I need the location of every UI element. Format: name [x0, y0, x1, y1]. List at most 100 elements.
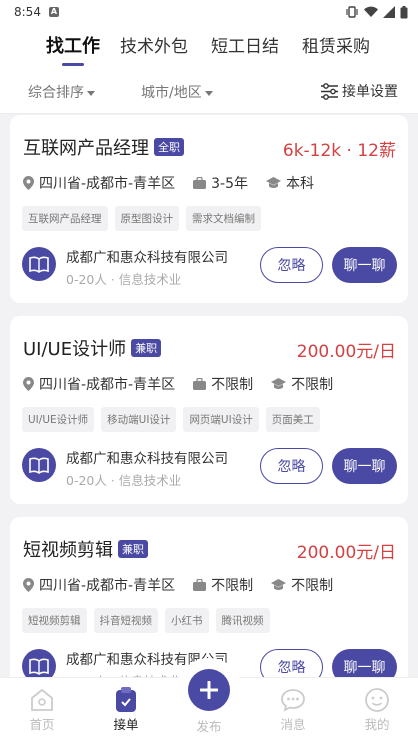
chevron-down-icon	[87, 90, 95, 96]
clipboard-icon	[116, 687, 136, 712]
salary: 6k-12k · 12薪	[282, 141, 396, 161]
company-logo	[22, 247, 56, 281]
nav-messages-label: 消息	[280, 717, 306, 732]
location-text: 四川省-成都市-青羊区	[39, 176, 176, 192]
nav-orders-label: 接单	[113, 717, 139, 732]
job-title: UI/UE设计师	[23, 339, 127, 360]
graduation-cap-icon	[271, 378, 287, 390]
battery-icon	[400, 5, 408, 18]
publish-button[interactable]	[188, 669, 230, 711]
education-text: 不限制	[291, 578, 334, 594]
experience-text: 不限制	[211, 377, 254, 393]
sliders-icon	[321, 82, 338, 100]
city-label: 城市/地区	[141, 85, 202, 101]
bottom-nav: 首页 接单 发布 消息 我的	[0, 658, 418, 743]
job-card[interactable]: 互联网产品经理 全职 6k-12k · 12薪 四川省-成都市-青羊区 3-5年 …	[10, 115, 408, 303]
city-dropdown[interactable]: 城市/地区	[141, 82, 213, 102]
job-type-badge: 兼职	[118, 540, 148, 558]
sort-label: 综合排序	[28, 85, 84, 101]
skill-tag: 需求文档编制	[186, 206, 261, 231]
chat-button[interactable]: 聊一聊	[332, 247, 397, 283]
skill-tag: 移动端UI设计	[101, 407, 177, 432]
nav-profile[interactable]: 我的	[347, 686, 407, 733]
plus-icon	[200, 681, 218, 699]
smiley-icon	[365, 688, 389, 712]
location-text: 四川省-成都市-青羊区	[39, 377, 176, 393]
order-settings-button[interactable]: 接单设置	[320, 81, 398, 101]
location-pin-icon	[23, 176, 34, 190]
chat-button[interactable]: 聊一聊	[332, 448, 397, 484]
education-text: 本科	[285, 176, 314, 192]
job-type-badge: 兼职	[131, 339, 162, 357]
nav-publish-label: 发布	[196, 719, 222, 734]
skill-tag: 页面美工	[265, 407, 320, 432]
home-icon	[31, 689, 53, 711]
experience-text: 不限制	[211, 578, 254, 594]
experience-text: 3-5年	[211, 176, 248, 192]
nav-profile-label: 我的	[364, 717, 390, 732]
ignore-button[interactable]: 忽略	[260, 247, 323, 283]
top-tab-bar: 找工作 技术外包 短工日结 租赁采购	[0, 24, 418, 66]
job-meta: 四川省-成都市-青羊区 不限制 不限制	[23, 374, 333, 394]
salary: 200.00元/日	[296, 342, 396, 362]
job-meta: 四川省-成都市-青羊区 不限制 不限制	[23, 575, 333, 595]
nav-home-label: 首页	[29, 717, 55, 732]
job-title-row: 短视频剪辑 兼职	[23, 536, 148, 562]
company-logo	[22, 448, 56, 482]
notification-icon: A	[48, 7, 59, 17]
sort-dropdown[interactable]: 综合排序	[28, 82, 95, 102]
job-card[interactable]: UI/UE设计师 兼职 200.00元/日 四川省-成都市-青羊区 不限制 不限制…	[10, 316, 408, 504]
book-icon	[29, 457, 49, 474]
book-icon	[29, 658, 49, 675]
briefcase-icon	[193, 378, 207, 390]
chat-bubble-icon	[281, 689, 305, 712]
salary: 200.00元/日	[296, 543, 396, 563]
filter-bar: 综合排序 城市/地区 接单设置	[0, 66, 418, 114]
briefcase-icon	[193, 177, 207, 189]
wifi-icon	[364, 6, 378, 18]
job-title-row: UI/UE设计师 兼职	[23, 335, 162, 361]
skill-tags: UI/UE设计师 移动端UI设计 网页端UI设计 页面美工	[22, 407, 320, 432]
skill-tag: 腾讯视频	[215, 608, 270, 633]
job-meta: 四川省-成都市-青羊区 3-5年 本科	[23, 173, 314, 193]
tab-short-term[interactable]: 短工日结	[211, 32, 279, 57]
briefcase-icon	[193, 579, 207, 591]
skill-tag: 抖音短视频	[93, 608, 158, 633]
signal-icon	[383, 6, 395, 18]
tab-rental-purchase[interactable]: 租赁采购	[302, 32, 370, 57]
skill-tag: 短视频剪辑	[22, 608, 87, 633]
job-type-badge: 全职	[154, 138, 184, 156]
ignore-button[interactable]: 忽略	[260, 448, 323, 484]
company-info: 0-20人 · 信息技术业	[66, 272, 182, 287]
education-text: 不限制	[291, 377, 334, 393]
nav-home[interactable]: 首页	[12, 686, 72, 733]
location-text: 四川省-成都市-青羊区	[39, 578, 176, 594]
company-name: 成都广和惠众科技有限公司	[66, 451, 228, 467]
tab-find-job[interactable]: 找工作	[46, 32, 100, 58]
nav-messages[interactable]: 消息	[263, 686, 323, 733]
status-bar: 8:54 A	[0, 0, 418, 24]
company-info: 0-20人 · 信息技术业	[66, 473, 182, 488]
status-time: 8:54	[14, 5, 41, 19]
graduation-cap-icon	[265, 177, 281, 189]
skill-tag: 小红书	[165, 608, 209, 633]
job-title-row: 互联网产品经理 全职	[23, 134, 184, 160]
book-icon	[29, 256, 49, 273]
job-title: 短视频剪辑	[23, 540, 113, 561]
skill-tags: 互联网产品经理 原型图设计 需求文档编制	[22, 206, 261, 231]
skill-tag: UI/UE设计师	[22, 407, 95, 432]
order-settings-label: 接单设置	[342, 84, 398, 100]
graduation-cap-icon	[271, 579, 287, 591]
skill-tag: 互联网产品经理	[22, 206, 108, 231]
chevron-down-icon	[204, 90, 213, 96]
tab-tech-outsourcing[interactable]: 技术外包	[120, 32, 188, 57]
skill-tag: 网页端UI设计	[183, 407, 259, 432]
vibrate-icon	[346, 6, 358, 18]
company-name: 成都广和惠众科技有限公司	[66, 250, 228, 266]
skill-tags: 短视频剪辑 抖音短视频 小红书 腾讯视频	[22, 608, 270, 633]
nav-orders[interactable]: 接单	[96, 686, 156, 733]
skill-tag: 原型图设计	[114, 206, 179, 231]
location-pin-icon	[23, 578, 34, 592]
job-title: 互联网产品经理	[23, 138, 149, 159]
location-pin-icon	[23, 377, 34, 391]
